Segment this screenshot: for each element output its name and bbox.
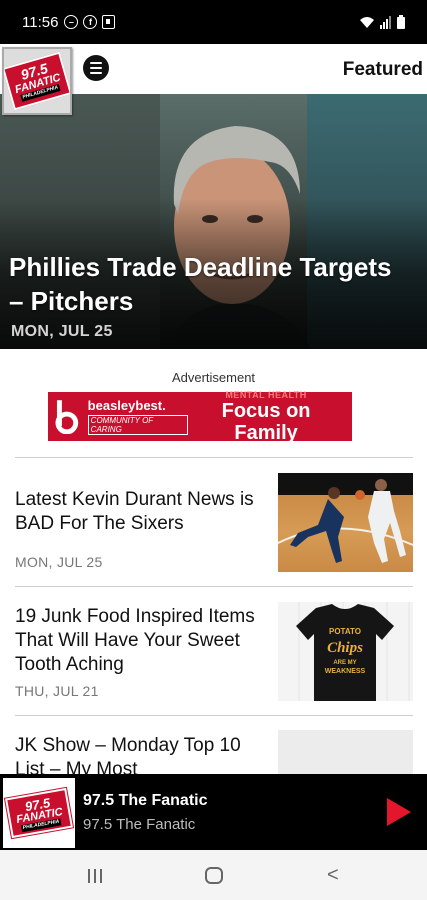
hero-title[interactable]: Phillies Trade Deadline Targets – Pitche… — [9, 250, 409, 318]
shirt-text-are-my: ARE MY — [333, 660, 356, 666]
ad-brand-tagline: COMMUNITY OF CARING — [87, 414, 189, 435]
app-header: 97.5 FANATIC PHILADELPHIA Featured — [0, 44, 427, 115]
battery-icon — [397, 15, 405, 29]
article-item[interactable]: Latest Kevin Durant News is BAD For The … — [0, 458, 427, 586]
player-subtitle: 97.5 The Fanatic — [83, 816, 196, 833]
player-title: 97.5 The Fanatic — [83, 792, 208, 809]
beasley-b-icon — [55, 399, 79, 434]
basketball-photo — [278, 473, 413, 563]
play-icon[interactable] — [387, 798, 411, 826]
do-not-disturb-icon: – — [64, 15, 79, 29]
facebook-icon: f — [83, 15, 98, 29]
notification-icon — [102, 15, 116, 29]
station-logo[interactable]: 97.5 FANATIC PHILADELPHIA — [2, 47, 72, 115]
menu-icon-bar — [90, 67, 102, 69]
ad-banner[interactable]: beasleybest. COMMUNITY OF CARING MENTAL … — [48, 390, 352, 444]
ad-headline: Focus on Family — [221, 399, 311, 444]
article-title[interactable]: Latest Kevin Durant News is BAD For The … — [15, 488, 265, 536]
ad-label: Advertisement — [171, 370, 256, 385]
recent-apps-button[interactable] — [88, 869, 102, 883]
now-playing-bar[interactable]: 97.5 FANATIC PHILADELPHIA 97.5 The Fanat… — [0, 774, 427, 850]
menu-icon-bar — [90, 62, 102, 64]
logo-mark: 97.5 FANATIC PHILADELPHIA — [4, 51, 70, 111]
article-item[interactable]: JK Show – Monday Top 10 List – My Most — [0, 716, 427, 776]
article-thumbnail[interactable]: POTATO Chips ARE MY WEAKNESS — [278, 602, 413, 701]
article-title[interactable]: JK Show – Monday Top 10 List – My Most — [15, 734, 265, 776]
article-date: THU, JUL 21 — [15, 683, 99, 699]
hero-article[interactable]: Phillies Trade Deadline Targets – Pitche… — [0, 94, 427, 349]
ad-message: MENTAL HEALTH Focus on Family — [188, 390, 344, 444]
status-icons-left: – f — [64, 15, 116, 29]
recents-icon-bar — [88, 869, 90, 883]
ad-brand: beasleybest. COMMUNITY OF CARING — [87, 397, 189, 435]
player-logo-mark: 97.5 FANATIC PHILADELPHIA — [3, 786, 75, 840]
status-bar: 11:56 – f — [0, 0, 427, 44]
recents-icon-bar — [94, 869, 96, 883]
hero-date: MON, JUL 25 — [11, 323, 113, 340]
status-icons-right — [359, 15, 405, 29]
status-time: 11:56 — [22, 13, 59, 31]
player-station-logo: 97.5 FANATIC PHILADELPHIA — [3, 778, 75, 848]
system-nav-bar: < — [0, 850, 427, 900]
signal-icon — [380, 16, 391, 29]
page-title: Featured — [342, 59, 423, 80]
article-thumbnail[interactable] — [278, 730, 413, 776]
recents-icon-bar — [100, 869, 102, 883]
shirt-text-chips: Chips — [327, 640, 363, 656]
home-button[interactable] — [205, 867, 223, 884]
article-thumbnail[interactable] — [278, 473, 413, 572]
back-button[interactable]: < — [327, 865, 339, 885]
ad-brand-name: beasleybest. — [87, 397, 166, 413]
shirt-text-weakness: WEAKNESS — [325, 668, 366, 675]
article-title[interactable]: 19 Junk Food Inspired Items That Will Ha… — [15, 605, 265, 677]
shirt-text-potato: POTATO — [329, 627, 361, 636]
menu-icon-bar — [90, 72, 102, 74]
menu-button[interactable] — [83, 55, 109, 81]
article-date: MON, JUL 25 — [15, 554, 103, 570]
wifi-icon — [360, 17, 374, 28]
tshirt-photo: POTATO Chips ARE MY WEAKNESS — [296, 604, 394, 701]
ad-kicker: MENTAL HEALTH — [225, 389, 307, 400]
article-item[interactable]: 19 Junk Food Inspired Items That Will Ha… — [0, 587, 427, 715]
